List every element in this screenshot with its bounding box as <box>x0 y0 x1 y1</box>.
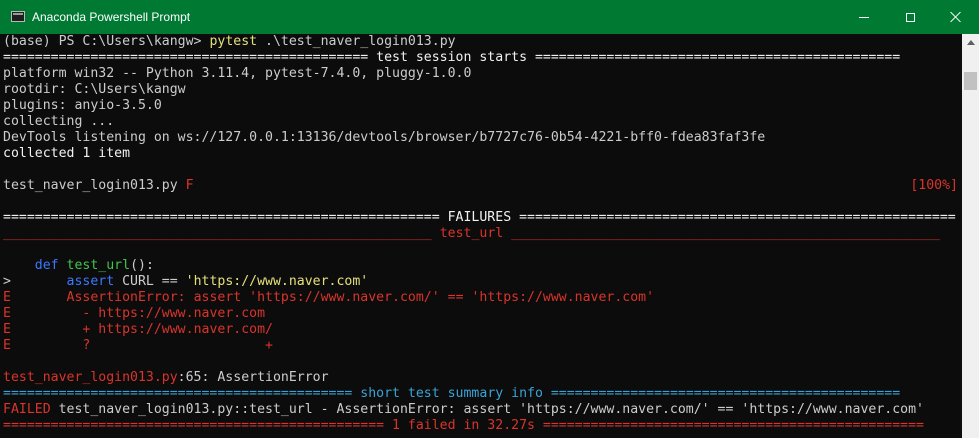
def-keyword: def <box>34 258 59 273</box>
title-bar[interactable]: Anaconda Powershell Prompt <box>0 0 979 34</box>
vertical-scrollbar[interactable] <box>962 34 979 438</box>
session-header: ========================================… <box>3 50 901 65</box>
error-text: AssertionError: assert 'https://www.nave… <box>66 290 655 305</box>
function-signature: (): <box>130 258 154 273</box>
rootdir-line: rootdir: C:\Users\kangw <box>3 82 186 97</box>
final-result-line: ========================================… <box>3 418 924 433</box>
test-file-name: test_naver_login013.py <box>3 178 186 193</box>
minimize-button[interactable] <box>841 0 887 34</box>
command-args: .\test_naver_login013.py <box>257 34 456 49</box>
summary-header-right: ========================================… <box>542 386 901 401</box>
platform-line: platform win32 -- Python 3.11.4, pytest-… <box>3 66 472 81</box>
maximize-button[interactable] <box>887 0 933 34</box>
close-icon <box>950 11 962 23</box>
code-assert-line: > assert CURL == 'https://www.naver.com' <box>3 274 368 290</box>
failing-test-name: test_url <box>439 226 504 241</box>
test-name-bar: ________________________________________… <box>3 226 940 242</box>
assert-string: 'https://www.naver.com' <box>185 274 369 289</box>
function-name: test_url <box>66 258 131 273</box>
minimize-icon <box>859 16 869 18</box>
collecting-line: collecting ... <box>3 114 115 129</box>
error-location-file: test_naver_login013.py <box>3 370 178 385</box>
command-text: pytest <box>209 34 258 49</box>
diff-hint-line: E ? + <box>3 338 273 354</box>
test-result-marker: F <box>185 178 194 193</box>
assert-expression: CURL == <box>114 274 186 289</box>
error-line: E AssertionError: assert 'https://www.na… <box>3 290 654 306</box>
failures-header: ========================================… <box>3 210 956 225</box>
diff-minus-line: E - https://www.naver.com <box>3 306 265 322</box>
summary-header-text: short test summary info <box>360 386 543 401</box>
collected-line: collected 1 item <box>3 146 131 161</box>
prompt-text: (base) PS C:\Users\kangw> <box>3 34 210 49</box>
error-location-line: test_naver_login013.py:65: AssertionErro… <box>3 370 329 386</box>
terminal-app-icon[interactable] <box>11 11 25 22</box>
devtools-line: DevTools listening on ws://127.0.0.1:131… <box>3 130 766 145</box>
console-output[interactable]: (base) PS C:\Users\kangw> pytest .\test_… <box>0 34 962 438</box>
summary-header: ========================================… <box>3 386 900 402</box>
summary-header-left: ========================================… <box>3 386 361 401</box>
diff-hint-text: ? + <box>66 338 273 353</box>
window-title: Anaconda Powershell Prompt <box>32 10 191 24</box>
failed-detail: test_naver_login013.py::test_url - Asser… <box>50 402 924 417</box>
command-line: (base) PS C:\Users\kangw> pytest .\test_… <box>3 34 456 50</box>
test-name-bar-left: ________________________________________… <box>3 226 440 241</box>
test-name-bar-right: ________________________________________… <box>503 226 940 241</box>
code-def-line: def test_url(): <box>3 258 154 274</box>
plugins-line: plugins: anyio-3.5.0 <box>3 98 162 113</box>
maximize-icon <box>905 12 915 22</box>
error-marker: E <box>3 290 11 305</box>
diff-plus-text: + https://www.naver.com/ <box>66 322 273 337</box>
arrow-up-icon <box>966 40 975 45</box>
diff-plus-line: E + https://www.naver.com/ <box>3 322 273 338</box>
terminal-window: Anaconda Powershell Prompt (base) PS C:\… <box>0 0 979 438</box>
assert-keyword: assert <box>66 274 115 289</box>
error-marker: E <box>3 306 11 321</box>
error-marker: E <box>3 322 11 337</box>
diff-minus-text: - https://www.naver.com <box>66 306 266 321</box>
scroll-thumb[interactable] <box>964 72 977 90</box>
failed-label: FAILED <box>3 402 51 417</box>
close-button[interactable] <box>933 0 979 34</box>
error-marker: E <box>3 338 11 353</box>
progress-indicator: [100%] <box>910 178 958 193</box>
test-file-line: test_naver_login013.py F <box>3 178 194 194</box>
scroll-up-button[interactable] <box>962 34 979 51</box>
current-line-marker: > <box>3 274 11 289</box>
failed-summary-line: FAILED test_naver_login013.py::test_url … <box>3 402 924 418</box>
error-location-detail: :65: AssertionError <box>177 370 329 385</box>
